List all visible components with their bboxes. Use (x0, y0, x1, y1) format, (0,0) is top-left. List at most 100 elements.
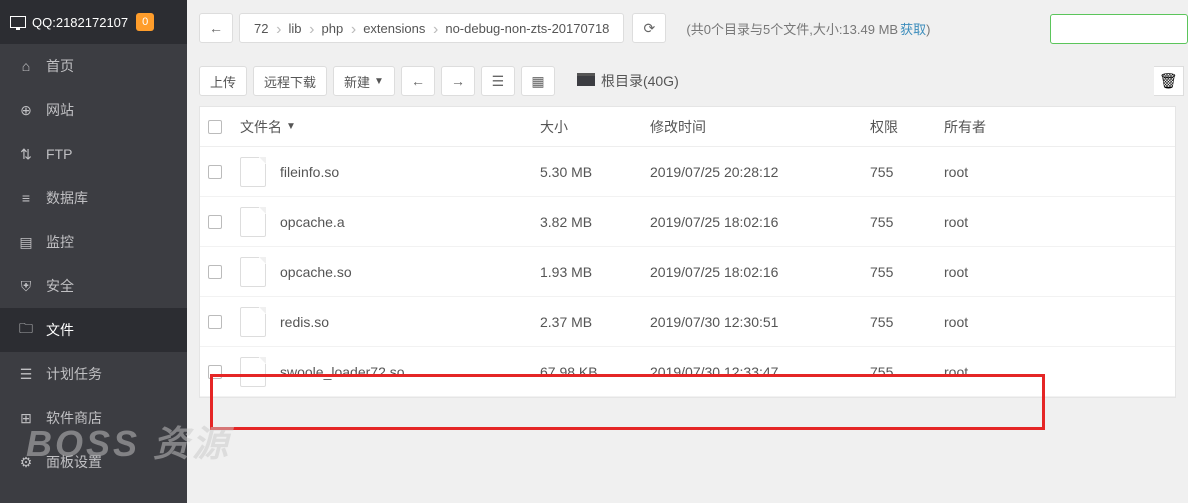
file-owner: root (944, 164, 1167, 180)
file-size: 5.30 MB (540, 164, 650, 180)
file-time: 2019/07/25 18:02:16 (650, 214, 870, 230)
breadcrumb: 72libphpextensionsno-debug-non-zts-20170… (239, 13, 624, 43)
folder-icon: 🗀 (18, 322, 34, 338)
col-time-header[interactable]: 修改时间 (650, 117, 870, 137)
file-name: fileinfo.so (280, 164, 339, 180)
main-panel: ← 72libphpextensionsno-debug-non-zts-201… (187, 0, 1188, 503)
file-time: 2019/07/30 12:33:47 (650, 364, 870, 380)
row-checkbox[interactable] (208, 265, 222, 279)
file-size: 2.37 MB (540, 314, 650, 330)
table-row[interactable]: fileinfo.so 5.30 MB2019/07/25 20:28:12755… (200, 147, 1175, 197)
upload-button[interactable]: 上传 (199, 66, 247, 96)
file-perm: 755 (870, 264, 944, 280)
row-checkbox[interactable] (208, 365, 222, 379)
soft-icon: ⊞ (18, 410, 34, 426)
qq-label: QQ:2182172107 (32, 15, 128, 30)
breadcrumb-item[interactable]: extensions (353, 21, 435, 36)
globe-icon: ⊕ (18, 102, 34, 118)
disk-icon (577, 76, 595, 86)
sidebar-item-label: 监控 (46, 232, 74, 252)
home-icon: ⌂ (18, 58, 34, 74)
file-perm: 755 (870, 364, 944, 380)
sidebar-item-security[interactable]: ⛨安全 (0, 264, 187, 308)
sidebar-item-label: 安全 (46, 276, 74, 296)
file-time: 2019/07/25 18:02:16 (650, 264, 870, 280)
breadcrumb-item[interactable]: lib (278, 21, 311, 36)
remote-download-button[interactable]: 远程下载 (253, 66, 327, 96)
file-name: redis.so (280, 314, 329, 330)
file-icon (240, 307, 266, 337)
file-name: swoole_loader72.so (280, 364, 405, 380)
sidebar-item-files[interactable]: 🗀 文件 (0, 308, 187, 352)
col-owner-header[interactable]: 所有者 (944, 117, 1167, 137)
row-checkbox[interactable] (208, 315, 222, 329)
breadcrumb-item[interactable]: 72 (244, 21, 278, 36)
notification-badge[interactable]: 0 (136, 13, 154, 31)
sidebar-item-label: 数据库 (46, 188, 88, 208)
breadcrumb-item[interactable]: php (311, 21, 353, 36)
sidebar-item-cron[interactable]: ☰ 计划任务 (0, 352, 187, 396)
view-grid-button[interactable]: ▦ (521, 66, 555, 96)
nav-forward-button[interactable]: → (441, 66, 475, 96)
col-name-header[interactable]: 文件名▼ (240, 117, 540, 137)
file-owner: root (944, 264, 1167, 280)
sidebar-item-label: 文件 (46, 320, 74, 340)
trash-button[interactable]: 🗑 (1154, 66, 1184, 96)
table-row[interactable]: swoole_loader72.so 67.98 KB2019/07/30 12:… (200, 347, 1175, 397)
file-icon (240, 207, 266, 237)
file-owner: root (944, 214, 1167, 230)
back-button[interactable]: ← (199, 13, 233, 43)
panel-icon: ⚙ (18, 454, 34, 470)
path-info: (共0个目录与5个文件,大小:13.49 MB获取) (686, 19, 930, 38)
sidebar-item-label: 计划任务 (46, 364, 102, 384)
file-size: 67.98 KB (540, 364, 650, 380)
sidebar-item-label: 首页 (46, 56, 74, 76)
file-icon (240, 357, 266, 387)
row-checkbox[interactable] (208, 215, 222, 229)
col-perm-header[interactable]: 权限 (870, 117, 944, 137)
cron-icon: ☰ (18, 366, 34, 382)
breadcrumb-item[interactable]: no-debug-non-zts-20170718 (435, 21, 619, 36)
toolbar: 上传 远程下载 新建▼ ← → ☰ ▦ 根目录(40G) 🗑 (187, 56, 1188, 106)
sidebar-item-db[interactable]: ≡数据库 (0, 176, 187, 220)
file-icon (240, 257, 266, 287)
sidebar-header: QQ:2182172107 0 (0, 0, 187, 44)
sidebar-item-home[interactable]: ⌂ 首页 (0, 44, 187, 88)
table-row[interactable]: opcache.a3.82 MB2019/07/25 18:02:16755ro… (200, 197, 1175, 247)
get-link[interactable]: 获取 (900, 22, 926, 37)
monitor-icon (10, 16, 26, 28)
sidebar-item-label: 网站 (46, 100, 74, 120)
sidebar-item-label: 软件商店 (46, 408, 102, 428)
monitor-icon: ▤ (18, 234, 34, 250)
sidebar-item-ftp[interactable]: ⇅FTP (0, 132, 187, 176)
new-button[interactable]: 新建▼ (333, 66, 395, 96)
table-row[interactable]: redis.so2.37 MB2019/07/30 12:30:51755roo… (200, 297, 1175, 347)
file-name: opcache.so (280, 264, 352, 280)
col-size-header[interactable]: 大小 (540, 117, 650, 137)
file-perm: 755 (870, 164, 944, 180)
sidebar-item-site[interactable]: ⊕ 网站 (0, 88, 187, 132)
refresh-button[interactable]: ⟳ (632, 13, 666, 43)
sidebar-item-soft[interactable]: ⊞ 软件商店 (0, 396, 187, 440)
breadcrumb-bar: ← 72libphpextensionsno-debug-non-zts-201… (187, 0, 1188, 56)
file-name: opcache.a (280, 214, 345, 230)
nav-back-button[interactable]: ← (401, 66, 435, 96)
sort-icon: ▼ (286, 121, 296, 132)
file-size: 1.93 MB (540, 264, 650, 280)
sidebar-item-label: FTP (46, 146, 72, 162)
action-box[interactable] (1050, 14, 1188, 44)
sidebar-item-panel[interactable]: ⚙ 面板设置 (0, 440, 187, 484)
file-perm: 755 (870, 314, 944, 330)
sidebar: QQ:2182172107 0 ⌂ 首页 ⊕ 网站 ⇅FTP≡数据库 ▤ 监控 ⛨安全 🗀 文件 ☰… (0, 0, 187, 503)
select-all-checkbox[interactable] (208, 120, 222, 134)
row-checkbox[interactable] (208, 165, 222, 179)
sidebar-item-monitor[interactable]: ▤ 监控 (0, 220, 187, 264)
table-row[interactable]: opcache.so 1.93 MB2019/07/25 18:02:16755r… (200, 247, 1175, 297)
view-list-button[interactable]: ☰ (481, 66, 515, 96)
file-list-header: 文件名▼ 大小 修改时间 权限 所有者 (200, 107, 1175, 147)
root-dir-label[interactable]: 根目录(40G) (577, 71, 679, 91)
chevron-down-icon: ▼ (374, 76, 384, 87)
file-time: 2019/07/25 20:28:12 (650, 164, 870, 180)
sidebar-item-label: 面板设置 (46, 452, 102, 472)
file-owner: root (944, 314, 1167, 330)
